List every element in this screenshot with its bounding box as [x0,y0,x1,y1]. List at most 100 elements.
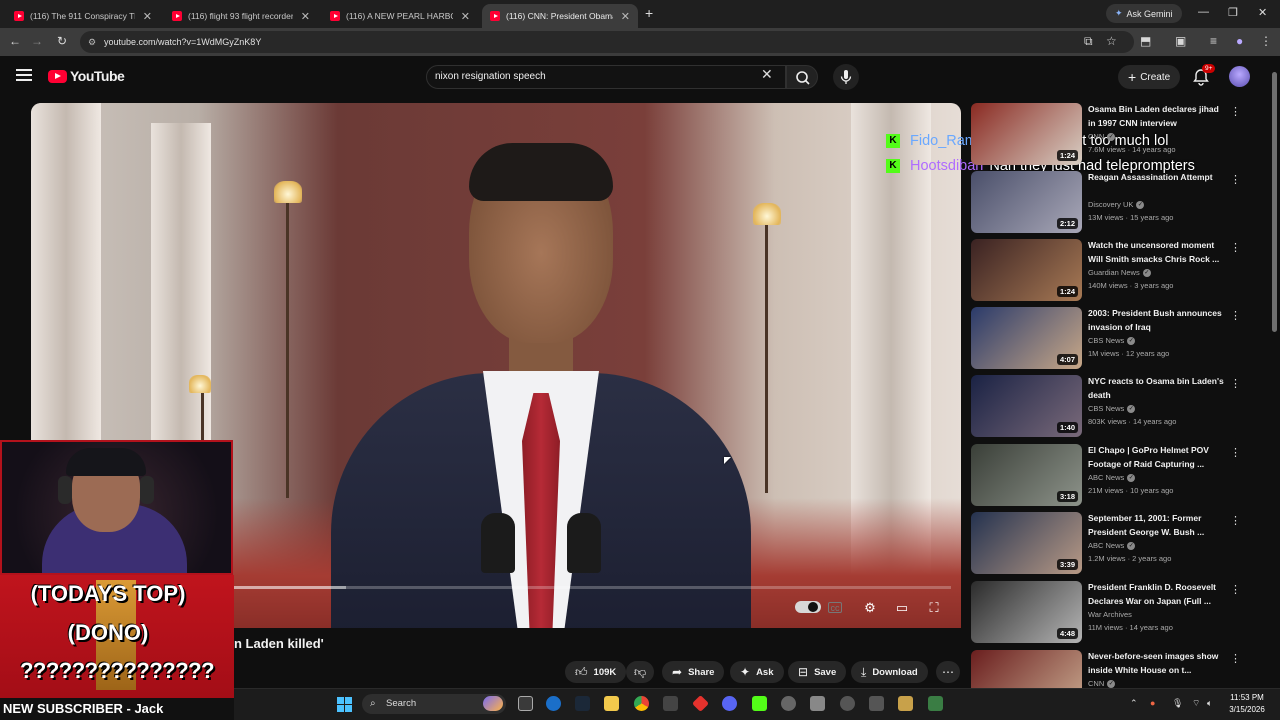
more-options-icon[interactable]: ⋮ [1230,583,1241,596]
related-video-title[interactable]: El Chapo | GoPro Helmet POV Footage of R… [1088,444,1228,471]
related-video-item[interactable]: 1:40 NYC reacts to Osama bin Laden's deat… [971,375,1241,441]
related-video-title[interactable]: Never-before-seen images show inside Whi… [1088,650,1228,677]
menu-hamburger-icon[interactable] [16,69,32,81]
extensions-icon[interactable]: ⬒ [1140,34,1151,48]
new-tab-button[interactable]: + [645,5,653,21]
related-video-channel[interactable]: CBS News ✓ [1088,404,1136,413]
browser-tab[interactable]: (116) A NEW PEARL HARBOR - ✕ [322,4,478,28]
account-avatar[interactable] [1229,66,1250,87]
tray-chevron-icon[interactable]: ⌃ [1130,698,1138,709]
video-thumbnail[interactable]: 2:12 [971,171,1082,233]
related-video-channel[interactable]: CNN ✓ [1088,679,1116,688]
related-video-item[interactable]: 3:18 El Chapo | GoPro Helmet POV Footage … [971,444,1241,510]
taskbar-date[interactable]: 3/15/2026 [1222,705,1272,714]
chrome-icon[interactable] [634,696,649,711]
fullscreen-icon[interactable]: ⛶ [924,600,944,616]
theater-mode-icon[interactable]: ▭ [892,600,912,616]
search-input[interactable]: nixon resignation speech [426,65,786,89]
app-icon[interactable] [810,696,825,711]
browser-tab[interactable]: (116) flight 93 flight recorder - ✕ [164,4,318,28]
app-icon[interactable] [928,696,943,711]
reload-icon[interactable]: ↻ [54,34,70,48]
browser-tab-active[interactable]: (116) CNN: President Obama "C ✕ [482,4,638,28]
related-video-title[interactable]: 2003: President Bush announces invasion … [1088,307,1228,334]
windows-start-icon[interactable] [337,697,352,712]
more-options-icon[interactable]: ⋮ [1230,377,1241,390]
captions-icon[interactable]: cc [828,602,842,613]
related-video-title[interactable]: Watch the uncensored moment Will Smith s… [1088,239,1228,266]
more-options-icon[interactable]: ⋮ [1230,309,1241,322]
related-video-item[interactable]: 4:07 2003: President Bush announces invas… [971,307,1241,373]
like-button[interactable]: 👍︎ 109K [565,661,627,683]
create-button[interactable]: + Create [1118,65,1181,89]
taskbar-time[interactable]: 11:53 PM [1222,693,1272,702]
related-video-item[interactable]: 2:12 Reagan Assassination Attempt Discover… [971,171,1241,237]
related-video-item[interactable]: 1:24 Watch the uncensored moment Will Smi… [971,239,1241,305]
video-thumbnail[interactable]: 4:48 [971,581,1082,643]
more-options-icon[interactable]: ⋮ [1230,514,1241,527]
save-button[interactable]: ⊟ Save [788,661,847,683]
related-video-channel[interactable]: CBS News ✓ [1088,336,1136,345]
close-window-button[interactable]: ✕ [1258,6,1267,19]
wifi-icon[interactable]: ⌔ [1192,698,1200,709]
related-video-channel[interactable]: ABC News ✓ [1088,541,1136,550]
browser-tab[interactable]: (116) The 911 Conspiracy Theo ✕ [6,4,160,28]
download-button[interactable]: ⤓ Download [851,661,928,683]
scrollbar-thumb[interactable] [1272,72,1277,332]
widgets-icon[interactable] [483,696,503,711]
video-thumbnail[interactable]: 3:39 [971,512,1082,574]
video-thumbnail[interactable]: 1:40 [971,375,1082,437]
profile-icon[interactable]: ● [1236,34,1243,48]
discord-icon[interactable] [722,696,737,711]
youtube-logo[interactable]: YouTube [48,68,125,84]
related-video-channel[interactable]: ABC News ✓ [1088,473,1136,482]
install-app-icon[interactable]: ⧉ [1084,34,1093,49]
edge-browser-icon[interactable] [546,696,561,711]
app-icon[interactable] [869,696,884,711]
related-video-title[interactable]: President Franklin D. Roosevelt Declares… [1088,581,1228,608]
related-video-title[interactable]: September 11, 2001: Former President Geo… [1088,512,1228,539]
related-video-item[interactable]: 1:24 Osama Bin Laden declares jihad in 19… [971,103,1241,169]
side-panel-icon[interactable]: ▣ [1175,34,1186,48]
address-bar[interactable]: ⚙ youtube.com/watch?v=1WdMGyZnK8Y [80,31,1134,53]
voice-search-button[interactable] [833,64,859,90]
browser-menu-icon[interactable]: ⋮ [1260,34,1272,48]
task-view-icon[interactable] [518,696,533,711]
related-video-item[interactable]: 3:39 September 11, 2001: Former President… [971,512,1241,578]
share-button[interactable]: ➦ Share [662,661,725,683]
related-video-channel[interactable]: CNN ✓ [1088,132,1116,141]
close-tab-icon[interactable]: ✕ [301,10,310,23]
related-video-title[interactable]: NYC reacts to Osama bin Laden's death [1088,375,1228,402]
kick-icon[interactable] [752,696,767,711]
forward-arrow-icon[interactable]: → [29,34,45,48]
more-options-icon[interactable]: ⋮ [1230,105,1241,118]
steam-icon[interactable] [575,696,590,711]
video-thumbnail[interactable]: 4:07 [971,307,1082,369]
close-tab-icon[interactable]: ✕ [461,10,470,23]
clear-search-icon[interactable]: ✕ [761,66,773,83]
obs-icon[interactable] [781,696,796,711]
tab-search-icon[interactable]: ≡ [1210,34,1217,48]
related-video-title[interactable]: Reagan Assassination Attempt [1088,171,1228,185]
ask-button[interactable]: ✦ Ask [730,661,784,683]
more-actions-button[interactable]: ⋯ [936,661,960,683]
more-options-icon[interactable]: ⋮ [1230,241,1241,254]
bookmark-star-icon[interactable]: ☆ [1106,34,1117,48]
related-video-channel[interactable]: Discovery UK ✓ [1088,200,1145,209]
back-arrow-icon[interactable]: ← [7,34,23,48]
video-thumbnail[interactable]: 3:18 [971,444,1082,506]
more-options-icon[interactable]: ⋮ [1230,173,1241,186]
volume-icon[interactable]: 🔈︎ [1207,698,1212,709]
search-button[interactable] [786,65,818,89]
more-options-icon[interactable]: ⋮ [1230,652,1241,665]
app-icon[interactable] [898,696,913,711]
related-video-title[interactable]: Osama Bin Laden declares jihad in 1997 C… [1088,103,1228,130]
more-options-icon[interactable]: ⋮ [1230,446,1241,459]
close-tab-icon[interactable]: ✕ [621,10,630,23]
related-video-channel[interactable]: Guardian News ✓ [1088,268,1151,277]
file-explorer-icon[interactable] [604,696,619,711]
site-info-icon[interactable]: ⚙ [88,31,96,53]
video-thumbnail[interactable]: 1:24 [971,103,1082,165]
ask-gemini-button[interactable]: ✦ Ask Gemini [1106,4,1182,23]
related-video-item[interactable]: 4:48 President Franklin D. Roosevelt Decl… [971,581,1241,647]
